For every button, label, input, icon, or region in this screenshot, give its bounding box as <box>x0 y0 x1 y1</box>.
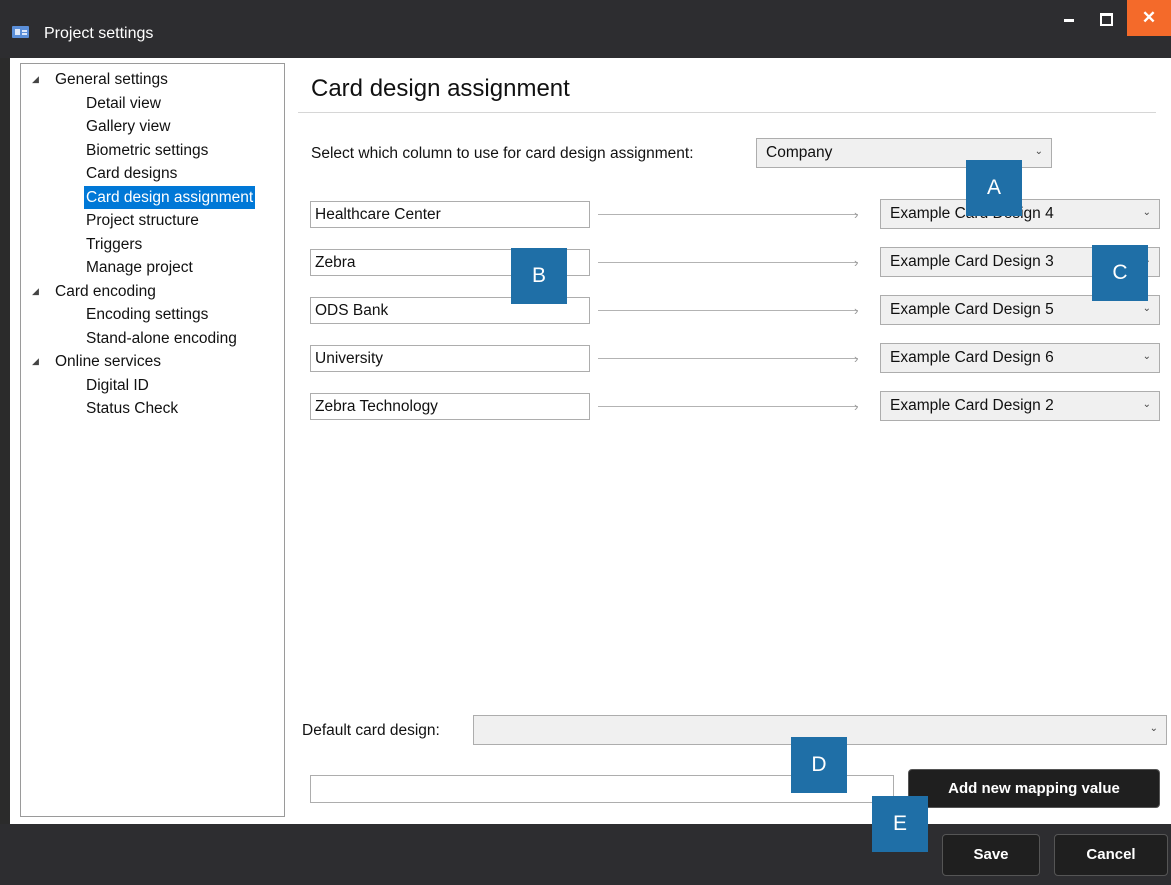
mapping-arrow-icon: › <box>598 399 868 414</box>
tree-item[interactable]: Detail view <box>21 92 284 116</box>
tree-item-label: Manage project <box>86 259 193 276</box>
tree-group[interactable]: ◢ Online services <box>21 350 284 374</box>
tree-item[interactable]: Encoding settings <box>21 303 284 327</box>
mapping-value: Zebra <box>315 254 356 271</box>
tree-item[interactable]: Digital ID <box>21 374 284 398</box>
chevron-down-icon: ⌄ <box>1149 723 1158 734</box>
tree-item[interactable]: Status Check <box>21 397 284 421</box>
id-card-icon <box>12 26 29 38</box>
chevron-down-icon: ⌄ <box>1142 351 1151 362</box>
mapping-arrow-icon: › <box>598 207 868 222</box>
tree-item[interactable]: Card design assignment <box>21 185 284 209</box>
tree-item[interactable]: Project structure <box>21 209 284 233</box>
tree-item[interactable]: Card designs <box>21 162 284 186</box>
expand-triangle-icon[interactable]: ◢ <box>32 350 39 374</box>
tree-item-label: Stand-alone encoding <box>86 329 237 347</box>
chevron-down-icon: ⌄ <box>1034 146 1043 157</box>
callout-a: A <box>966 160 1022 216</box>
callout-e: E <box>872 796 928 852</box>
mapping-value: Healthcare Center <box>315 206 441 223</box>
card-design-value: Example Card Design 6 <box>890 349 1054 366</box>
title-bar: Project settings ✕ <box>0 0 1171 58</box>
minimize-icon[interactable] <box>1054 4 1084 32</box>
card-design-value: Example Card Design 5 <box>890 301 1054 318</box>
column-select-label: Select which column to use for card desi… <box>311 145 694 162</box>
window-title: Project settings <box>44 25 154 42</box>
mapping-value-field[interactable]: Zebra Technology <box>310 393 590 420</box>
tree-item-label: Encoding settings <box>86 306 209 323</box>
card-design-value: Example Card Design 2 <box>890 397 1054 414</box>
mapping-value-field[interactable]: University <box>310 345 590 372</box>
tree-item-label: Project structure <box>86 212 199 229</box>
mapping-arrow-icon: › <box>598 351 868 366</box>
tree-item-label: Digital ID <box>86 376 149 394</box>
add-mapping-button[interactable]: Add new mapping value <box>908 769 1160 808</box>
tree-item[interactable]: Triggers <box>21 233 284 257</box>
tree-item-label: Card designs <box>86 165 178 182</box>
mapping-value: Zebra Technology <box>315 398 438 415</box>
column-select-value: Company <box>766 144 833 161</box>
callout-d: D <box>791 737 847 793</box>
tree-item-label: Card encoding <box>55 282 156 300</box>
mapping-value: ODS Bank <box>315 302 389 319</box>
mapping-value: University <box>315 350 384 367</box>
card-design-value: Example Card Design 3 <box>890 253 1054 270</box>
tree-item-label: Detail view <box>86 94 161 112</box>
default-design-label: Default card design: <box>302 722 440 739</box>
tree-item-label: Status Check <box>86 400 179 417</box>
chevron-down-icon: ⌄ <box>1142 399 1151 410</box>
tree-item[interactable]: Biometric settings <box>21 139 284 163</box>
mapping-arrow-icon: › <box>598 255 868 270</box>
tree-group[interactable]: ◢ Card encoding <box>21 280 284 304</box>
page-title: Card design assignment <box>311 75 570 102</box>
callout-b: B <box>511 248 567 304</box>
callout-c: C <box>1092 245 1148 301</box>
save-button[interactable]: Save <box>942 834 1040 876</box>
chevron-down-icon: ⌄ <box>1142 207 1151 218</box>
close-icon[interactable]: ✕ <box>1127 0 1171 36</box>
tree-item-label: Online services <box>55 353 161 370</box>
tree-group[interactable]: ◢ General settings <box>21 68 284 92</box>
title-divider <box>298 112 1156 113</box>
card-design-select[interactable]: Example Card Design 2 ⌄ <box>880 391 1160 421</box>
mapping-arrow-icon: › <box>598 303 868 318</box>
tree-item-label: Triggers <box>86 235 143 253</box>
mapping-value-field[interactable]: Healthcare Center <box>310 201 590 228</box>
card-design-select[interactable]: Example Card Design 6 ⌄ <box>880 343 1160 373</box>
tree-item-label: General settings <box>55 71 168 88</box>
tree-item[interactable]: Gallery view <box>21 115 284 139</box>
tree-item-label: Gallery view <box>86 118 171 135</box>
cancel-button[interactable]: Cancel <box>1054 834 1168 876</box>
expand-triangle-icon[interactable]: ◢ <box>32 68 39 92</box>
settings-tree: ◢ General settings Detail view Gallery view… <box>20 63 285 817</box>
tree-item-label: Biometric settings <box>86 141 209 159</box>
expand-triangle-icon[interactable]: ◢ <box>32 280 39 304</box>
tree-item[interactable]: Stand-alone encoding <box>21 327 284 351</box>
maximize-icon[interactable] <box>1090 4 1120 32</box>
tree-item-label: Card design assignment <box>84 185 256 209</box>
tree-item[interactable]: Manage project <box>21 256 284 280</box>
